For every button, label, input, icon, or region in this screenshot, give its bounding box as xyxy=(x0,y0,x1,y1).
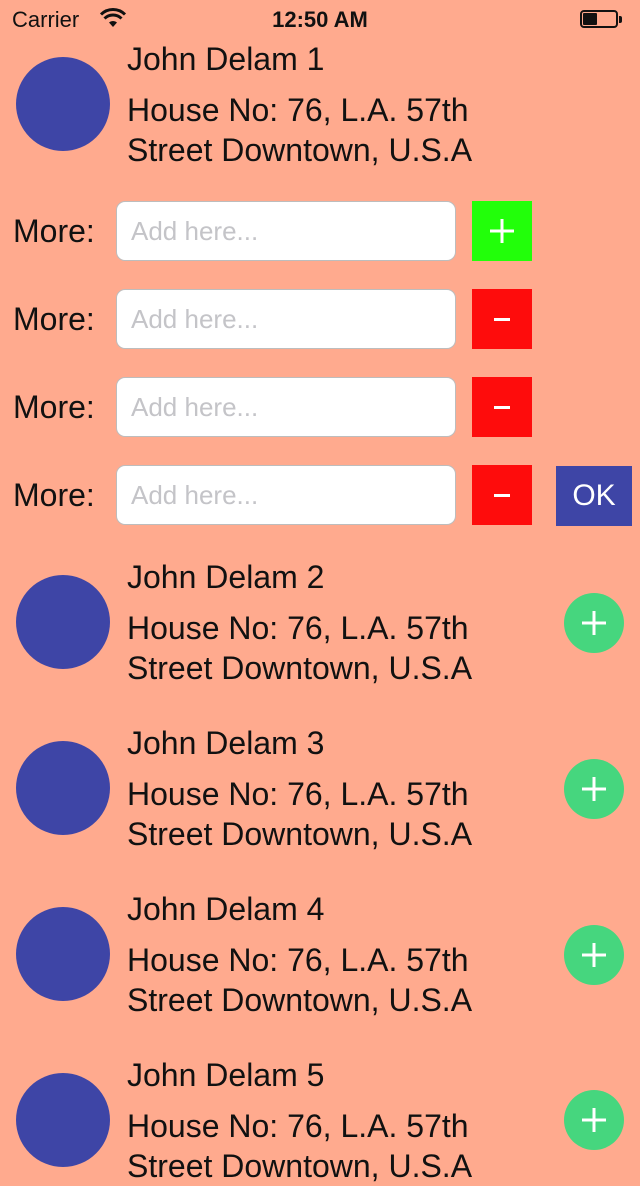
contact-address: House No: 76, L.A. 57th Street Downtown,… xyxy=(127,776,473,852)
contact-name: John Delam 5 xyxy=(127,1057,325,1093)
contact-name: John Delam 1 xyxy=(127,41,325,77)
contact-name: John Delam 4 xyxy=(127,891,325,927)
more-row: More: xyxy=(0,201,640,261)
status-time: 12:50 AM xyxy=(272,7,368,32)
contact-address: House No: 76, L.A. 57th Street Downtown,… xyxy=(127,610,473,686)
plus-circle-icon xyxy=(582,943,606,967)
more-label: More: xyxy=(13,213,95,249)
status-bar: Carrier 12:50 AM xyxy=(0,0,640,40)
contact-name: John Delam 2 xyxy=(127,559,325,595)
contact-address: House No: 76, L.A. 57th Street Downtown,… xyxy=(127,1108,473,1184)
battery-tip xyxy=(619,16,622,23)
remove-field-button[interactable] xyxy=(472,377,532,437)
add-contact-button[interactable] xyxy=(564,759,624,819)
battery-level xyxy=(583,13,597,25)
more-input[interactable] xyxy=(116,201,456,261)
remove-field-button[interactable] xyxy=(472,289,532,349)
avatar xyxy=(16,1073,110,1167)
avatar xyxy=(16,575,110,669)
plus-circle-icon xyxy=(582,611,606,635)
more-row: More: xyxy=(0,377,640,437)
plus-circle-icon xyxy=(582,1108,606,1132)
battery-icon xyxy=(580,10,624,30)
more-input[interactable] xyxy=(116,377,456,437)
add-contact-button[interactable] xyxy=(564,593,624,653)
more-input[interactable] xyxy=(116,465,456,525)
contact-address: House No: 76, L.A. 57th Street Downtown,… xyxy=(127,92,473,168)
minus-icon xyxy=(494,318,510,321)
remove-field-button[interactable] xyxy=(472,465,532,525)
add-field-button[interactable] xyxy=(472,201,532,261)
minus-icon xyxy=(494,494,510,497)
add-contact-button[interactable] xyxy=(564,1090,624,1150)
more-label: More: xyxy=(13,301,95,337)
avatar xyxy=(16,57,110,151)
minus-icon xyxy=(494,406,510,409)
contact-name: John Delam 3 xyxy=(127,725,325,761)
plus-icon xyxy=(490,219,514,243)
more-row: More: OK xyxy=(0,465,640,526)
more-label: More: xyxy=(13,477,95,513)
ok-button[interactable]: OK xyxy=(556,466,632,526)
more-label: More: xyxy=(13,389,95,425)
contact-address: House No: 76, L.A. 57th Street Downtown,… xyxy=(127,942,473,1018)
avatar xyxy=(16,741,110,835)
plus-circle-icon xyxy=(582,777,606,801)
add-contact-button[interactable] xyxy=(564,925,624,985)
more-input[interactable] xyxy=(116,289,456,349)
avatar xyxy=(16,907,110,1001)
more-row: More: xyxy=(0,289,640,349)
